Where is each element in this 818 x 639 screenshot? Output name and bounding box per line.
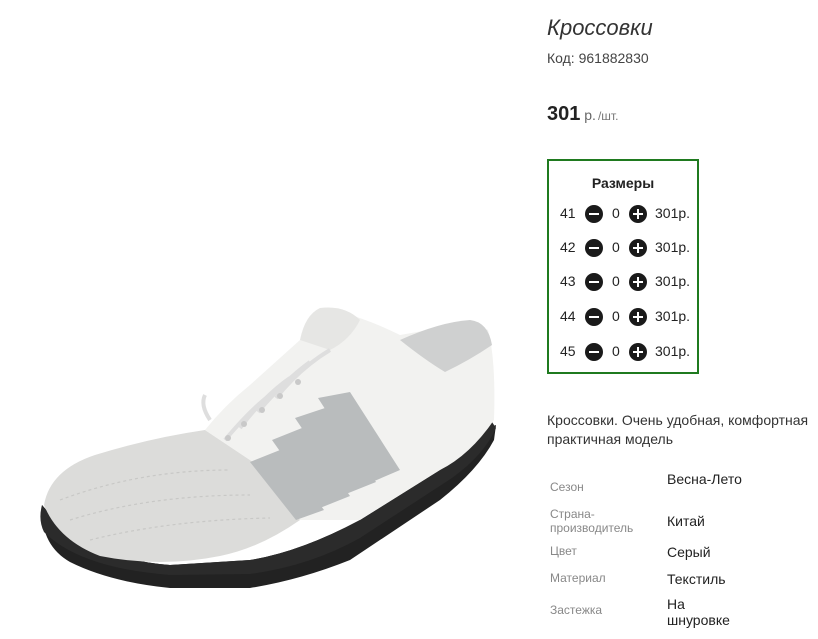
attribute-key: Сезон	[550, 480, 584, 494]
attribute-value: Серый	[667, 544, 711, 560]
size-quantity: 0	[612, 273, 620, 289]
plus-circle-icon[interactable]	[629, 239, 647, 257]
size-label: 43	[560, 273, 576, 289]
size-price: 301р.	[655, 343, 691, 359]
minus-circle-icon[interactable]	[585, 308, 603, 326]
minus-circle-icon[interactable]	[585, 273, 603, 291]
attribute-key: Страна-производитель	[550, 507, 634, 535]
size-row: 43 0 301р.	[549, 271, 701, 293]
size-price: 301р.	[655, 308, 691, 324]
sizes-title: Размеры	[591, 175, 655, 191]
price-currency: р.	[580, 107, 596, 123]
size-price: 301р.	[655, 273, 691, 289]
minus-circle-icon[interactable]	[585, 343, 603, 361]
size-label: 45	[560, 343, 576, 359]
size-row: 45 0 301р.	[549, 341, 701, 363]
attribute-key: Материал	[550, 571, 606, 585]
size-label: 41	[560, 205, 576, 221]
attribute-value: Китай	[667, 513, 705, 529]
plus-circle-icon[interactable]	[629, 273, 647, 291]
minus-circle-icon[interactable]	[585, 205, 603, 223]
size-row: 44 0 301р.	[549, 306, 701, 328]
sizes-panel: Размеры 41 0 301р. 42 0 301р. 43 0 301р.…	[547, 159, 699, 374]
size-quantity: 0	[612, 205, 620, 221]
plus-circle-icon[interactable]	[629, 308, 647, 326]
size-row: 41 0 301р.	[549, 203, 701, 225]
attribute-key: Застежка	[550, 603, 603, 617]
size-price: 301р.	[655, 239, 691, 255]
attribute-value: Текстиль	[667, 571, 726, 587]
size-label: 42	[560, 239, 576, 255]
attribute-key: Цвет	[550, 544, 577, 558]
size-quantity: 0	[612, 308, 620, 324]
plus-circle-icon[interactable]	[629, 343, 647, 361]
attribute-value: Весна-Лето	[667, 471, 742, 487]
attribute-value: На шнуровке	[667, 596, 730, 628]
product-price: 301 р./шт.	[547, 103, 618, 126]
price-unit: /шт.	[597, 109, 619, 123]
size-row: 42 0 301р.	[549, 237, 701, 259]
size-quantity: 0	[612, 343, 620, 359]
minus-circle-icon[interactable]	[585, 239, 603, 257]
product-description: Кроссовки. Очень удобная, комфортная пра…	[547, 412, 809, 447]
size-quantity: 0	[612, 239, 620, 255]
sneaker-image	[40, 307, 497, 588]
size-price: 301р.	[655, 205, 691, 221]
price-value: 301	[547, 103, 581, 125]
plus-circle-icon[interactable]	[629, 205, 647, 223]
size-label: 44	[560, 308, 576, 324]
product-image[interactable]	[0, 0, 530, 639]
product-code: Код: 961882830	[547, 50, 649, 66]
product-title: Кроссовки	[547, 15, 653, 40]
